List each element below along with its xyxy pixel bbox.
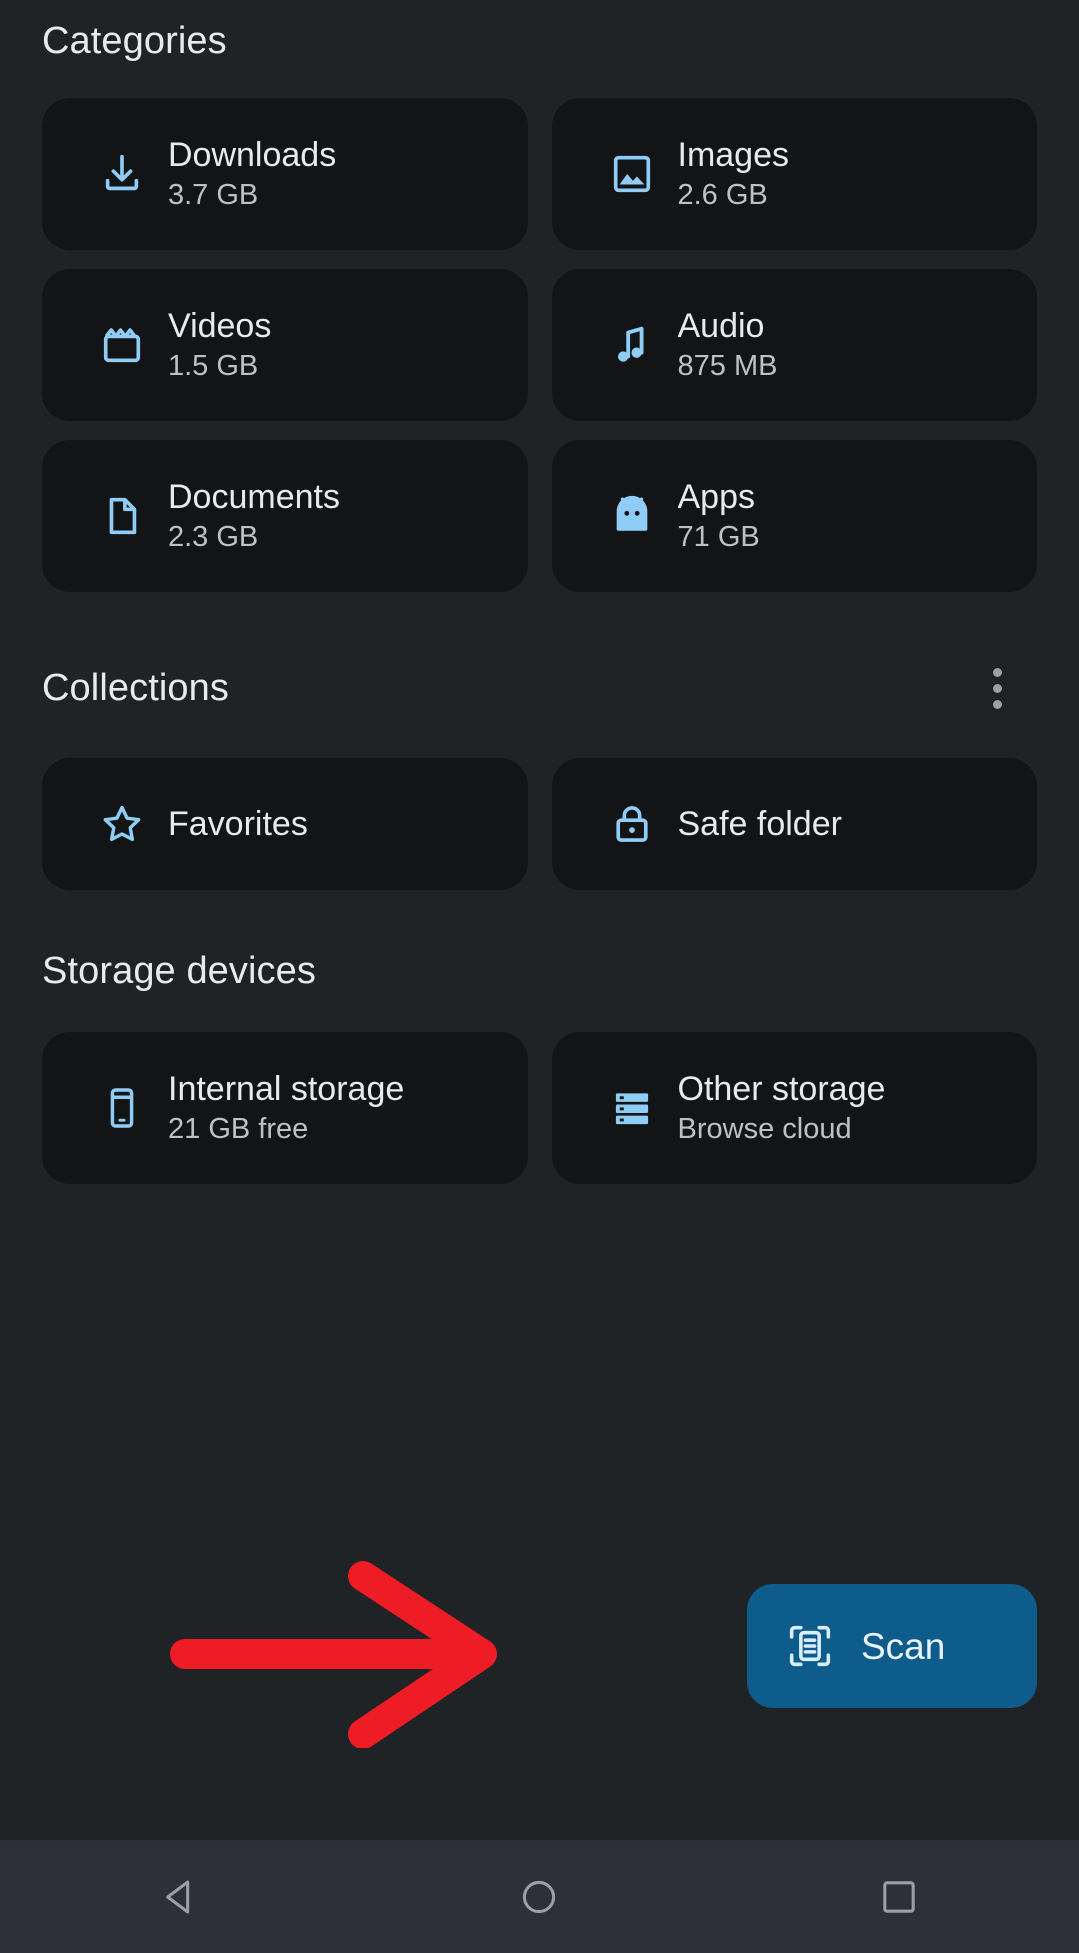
storage-devices-header: Storage devices [42,952,1037,990]
storage-devices-title: Storage devices [42,950,316,992]
category-size: 3.7 GB [168,178,259,211]
recents-square-icon[interactable] [824,1841,974,1953]
card-text: Internal storage 21 GB free [168,1071,528,1145]
categories-title: Categories [42,20,227,62]
storage-devices-grid: Internal storage 21 GB free Other storag… [42,1032,1037,1184]
category-size: 2.6 GB [677,178,768,211]
category-label: Apps [677,478,756,516]
category-label: Images [677,136,790,174]
document-icon [84,493,160,539]
category-size: 2.3 GB [168,520,259,553]
categories-grid: Downloads 3.7 GB Images 2.6 GB Videos 1.… [42,98,1037,592]
categories-header: Categories [42,22,1037,60]
storage-label: Internal storage [168,1070,405,1108]
red-arrow-right [170,1561,497,1748]
category-card-audio[interactable]: Audio 875 MB [551,269,1038,421]
category-size: 875 MB [677,349,778,382]
card-text: Apps 71 GB [678,479,1038,553]
category-card-images[interactable]: Images 2.6 GB [551,98,1038,250]
category-card-documents[interactable]: Documents 2.3 GB [42,440,528,592]
storage-sub: Browse cloud [677,1112,852,1145]
category-card-apps[interactable]: Apps 71 GB [551,440,1038,592]
scan-button[interactable]: Scan [747,1584,1037,1708]
category-label: Downloads [168,136,337,174]
storage-label: Other storage [677,1070,886,1108]
storage-icon [594,1085,670,1131]
collections-grid: Favorites Safe folder [42,758,1037,890]
storage-manager-screen: Categories Downloads 3.7 GB Images 2.6 G… [0,0,1079,1953]
download-icon [84,151,160,197]
category-label: Videos [168,307,272,345]
category-label: Audio [677,307,765,345]
home-circle-icon[interactable] [464,1841,614,1953]
star-icon [84,801,160,847]
collection-card-safe-folder[interactable]: Safe folder [551,758,1038,890]
scan-button-label: Scan [861,1625,946,1667]
card-text: Favorites [168,806,528,843]
apps-icon [594,493,670,539]
category-card-videos[interactable]: Videos 1.5 GB [42,269,528,421]
collection-label: Favorites [168,805,308,843]
card-text: Safe folder [678,806,1038,843]
category-card-downloads[interactable]: Downloads 3.7 GB [42,98,528,250]
category-size: 71 GB [677,520,760,553]
collection-card-favorites[interactable]: Favorites [42,758,528,890]
storage-card-internal[interactable]: Internal storage 21 GB free [42,1032,528,1184]
category-size: 1.5 GB [168,349,259,382]
card-text: Documents 2.3 GB [168,479,528,553]
card-text: Videos 1.5 GB [168,308,528,382]
audio-icon [594,322,670,368]
card-text: Downloads 3.7 GB [168,137,528,211]
system-navigation-bar [0,1840,1079,1953]
collections-header: Collections [42,660,1037,716]
document-scanner-icon [785,1621,835,1671]
card-text: Audio 875 MB [678,308,1038,382]
card-text: Images 2.6 GB [678,137,1038,211]
back-triangle-icon[interactable] [105,1841,255,1953]
lock-icon [594,801,670,847]
image-icon [594,151,670,197]
collections-title: Collections [42,667,229,709]
storage-card-other[interactable]: Other storage Browse cloud [551,1032,1038,1184]
phone-icon [84,1085,160,1131]
storage-sub: 21 GB free [168,1112,309,1145]
video-icon [84,322,160,368]
card-text: Other storage Browse cloud [678,1071,1038,1145]
more-vertical-icon[interactable] [969,660,1025,716]
category-label: Documents [168,478,340,516]
collection-label: Safe folder [677,805,842,843]
scan-row: Scan [0,1540,1079,1770]
